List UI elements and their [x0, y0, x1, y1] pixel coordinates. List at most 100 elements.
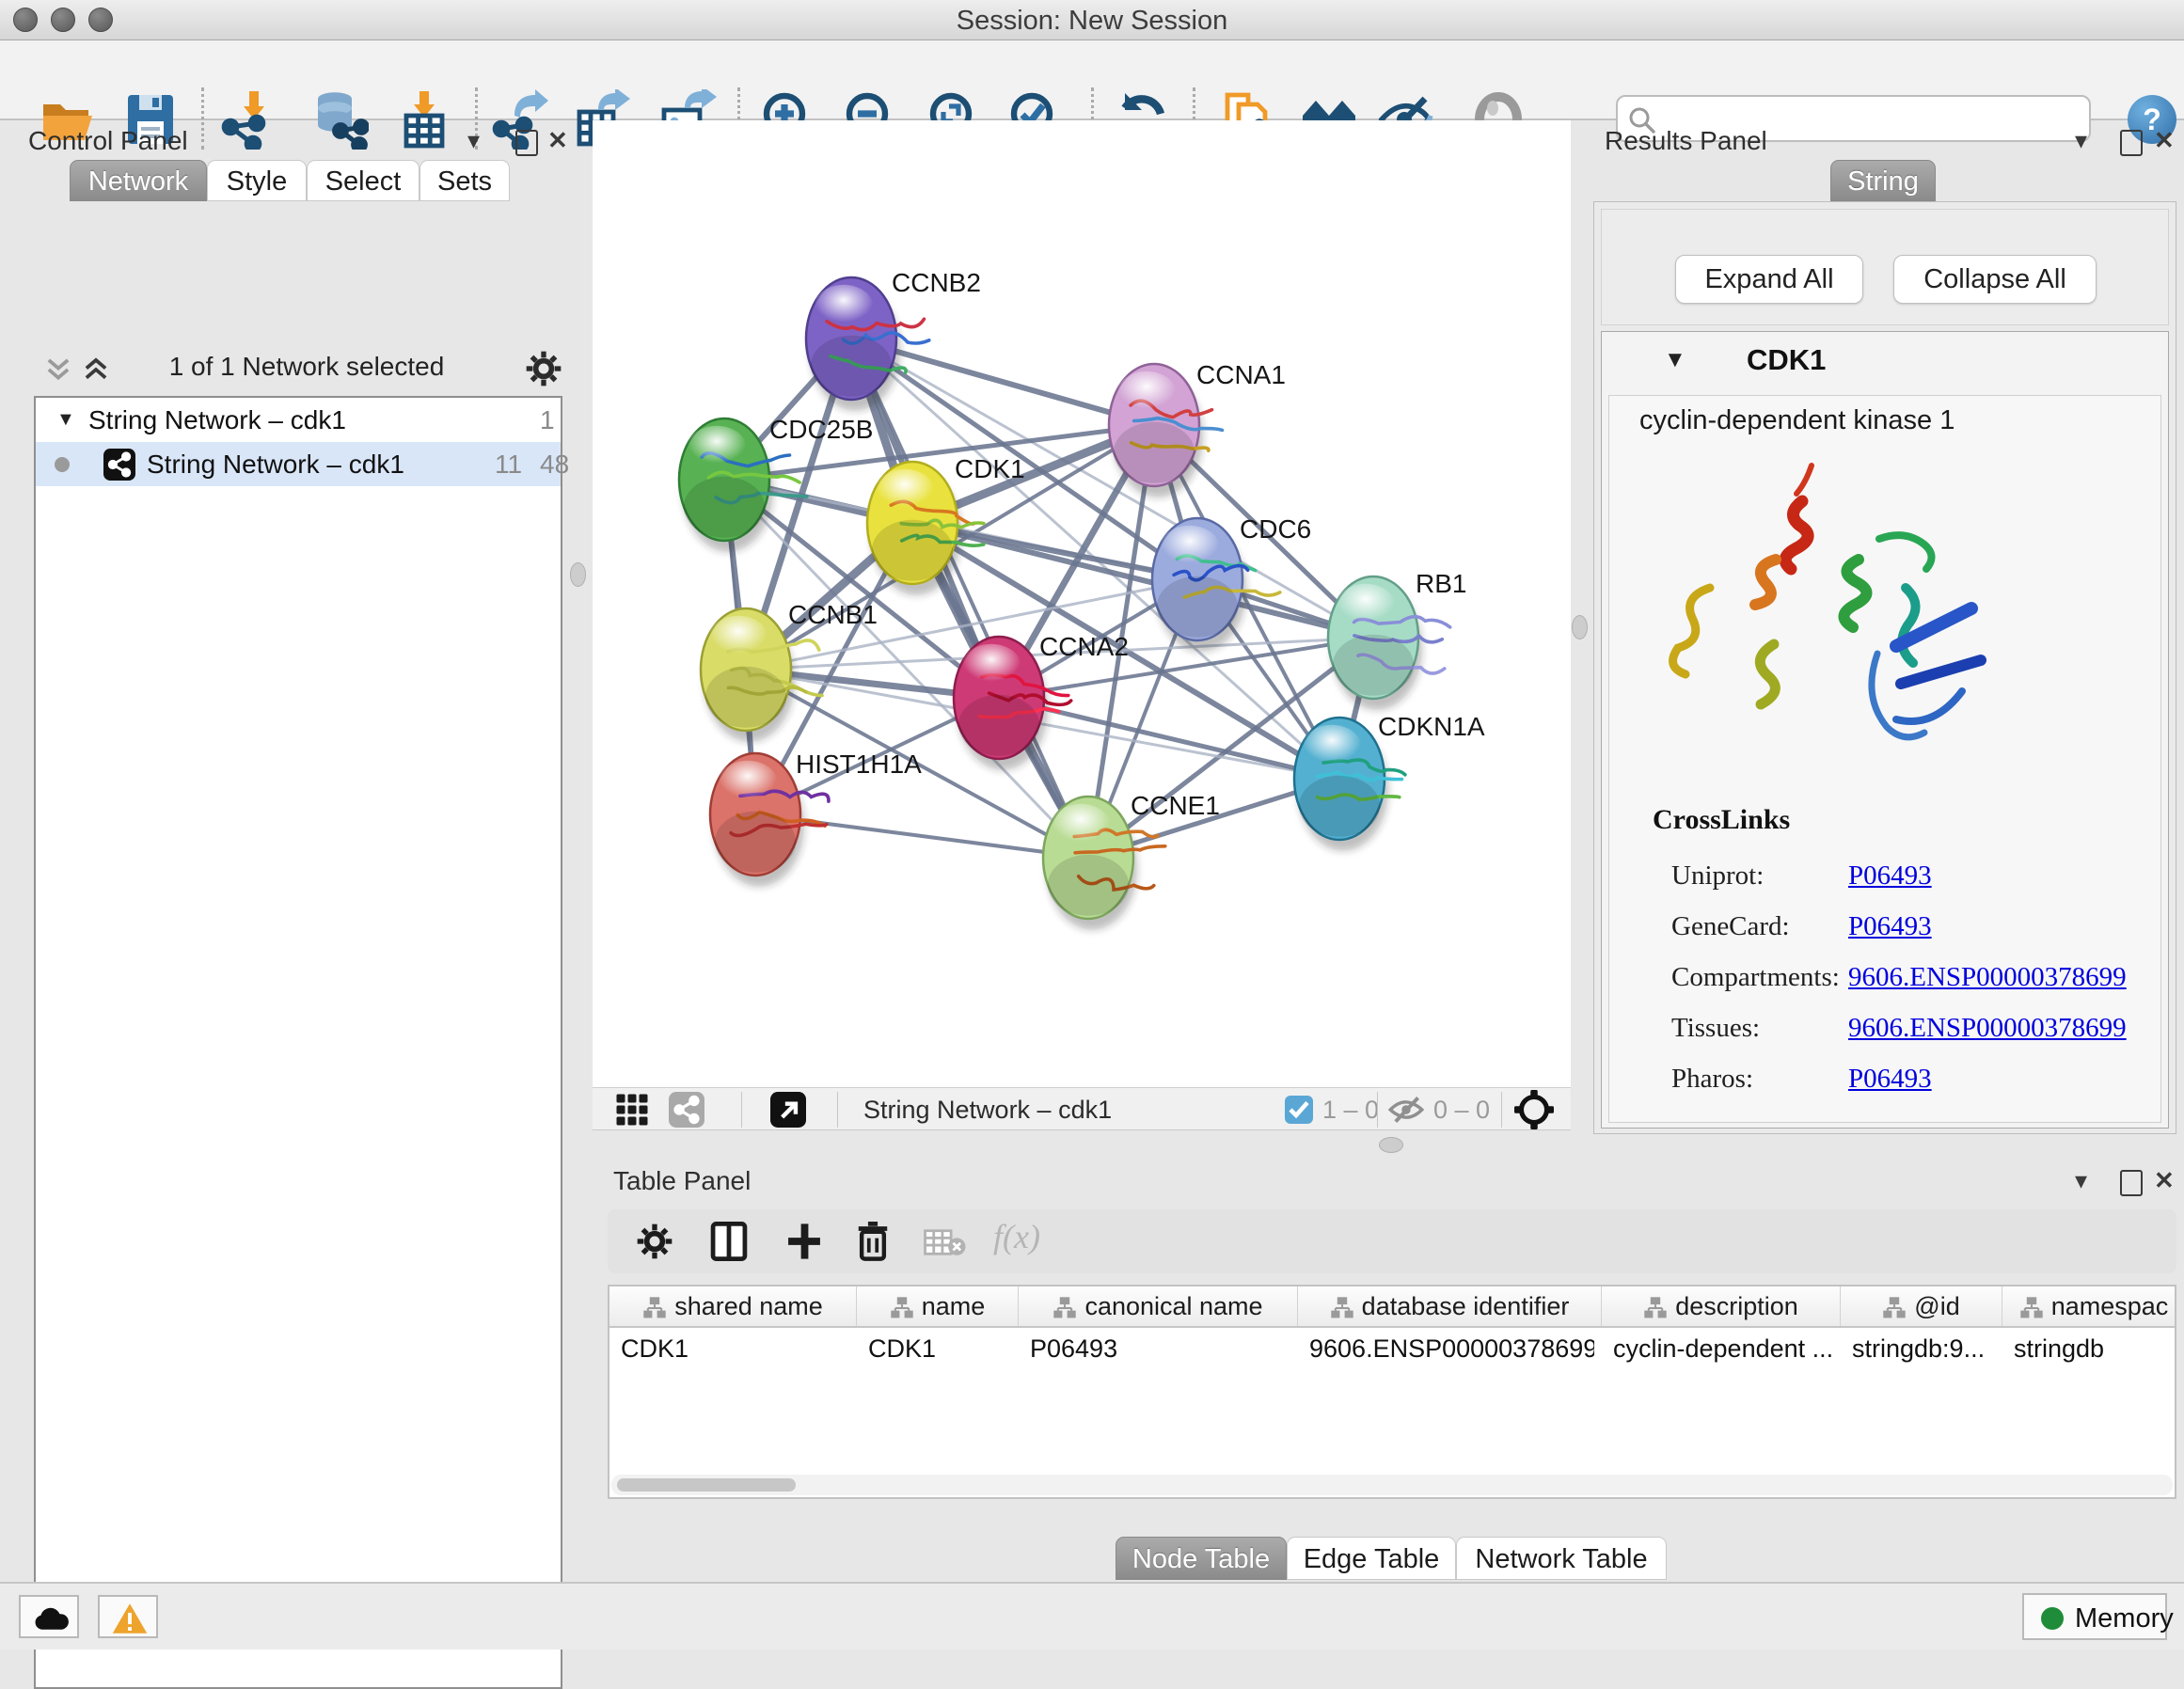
hidden-counts: 0 – 0	[1433, 1096, 1490, 1125]
string-view-icon[interactable]	[668, 1092, 705, 1128]
tab-edge-table[interactable]: Edge Table	[1287, 1537, 1456, 1580]
panel-float-icon[interactable]	[2120, 130, 2143, 156]
tab-style[interactable]: Style	[207, 160, 307, 201]
table-options-gear-icon[interactable]	[636, 1223, 673, 1260]
window-status-bar: Memory	[0, 1582, 2184, 1650]
column-header-canonical-name[interactable]: canonical name	[1019, 1286, 1298, 1326]
panel-close-icon[interactable]: ✕	[547, 128, 568, 152]
hidden-items-eye-slash-icon	[1386, 1094, 1426, 1126]
table-cell[interactable]: CDK1	[868, 1330, 1011, 1367]
selected-nodes-checkbox-icon[interactable]	[1285, 1096, 1313, 1124]
expand-all-icon[interactable]	[83, 357, 109, 382]
tab-sets[interactable]: Sets	[419, 160, 510, 201]
tab-string[interactable]: String	[1830, 160, 1936, 201]
network-name: String Network – cdk1	[88, 398, 346, 442]
network-view-toolbar: String Network – cdk1 1 – 0 0 – 0	[593, 1087, 1571, 1130]
grid-view-icon[interactable]	[613, 1093, 651, 1127]
node-label-CCNB2: CCNB2	[892, 268, 981, 297]
expand-all-button[interactable]: Expand All	[1675, 255, 1863, 304]
node-label-CCNA1: CCNA1	[1196, 360, 1286, 389]
string-network-icon	[103, 449, 135, 481]
window-title: Session: New Session	[0, 6, 2184, 37]
column-type-icon	[1882, 1296, 1907, 1320]
panel-close-icon[interactable]: ✕	[2154, 1168, 2175, 1192]
column-label: name	[922, 1292, 986, 1320]
memory-button[interactable]: Memory	[2022, 1593, 2167, 1640]
tab-network-table[interactable]: Network Table	[1456, 1537, 1667, 1580]
column-header-name[interactable]: name	[857, 1286, 1019, 1326]
table-cell[interactable]: stringdb:9...	[1852, 1330, 1995, 1367]
warnings-button[interactable]	[98, 1595, 158, 1638]
bottom-splitter-handle[interactable]	[1379, 1137, 1403, 1153]
gene-expander-icon[interactable]: ▼	[1664, 347, 1686, 373]
column-header-database-identifier[interactable]: database identifier	[1298, 1286, 1602, 1326]
network-list: ▼String Network – cdk11String Network – …	[34, 396, 562, 1689]
crosslink-link[interactable]: P06493	[1848, 911, 1932, 942]
panel-menu-icon[interactable]: ▾	[2075, 1168, 2087, 1192]
network-view[interactable]: CCNB2CCNA1CDC25BCDK1CDC6RB1CCNB1CCNA2CDK…	[593, 120, 1571, 1087]
network-graph[interactable]: CCNB2CCNA1CDC25BCDK1CDC6RB1CCNB1CCNA2CDK…	[593, 120, 1571, 1087]
network-count: 48	[540, 442, 569, 486]
column-header-description[interactable]: description	[1602, 1286, 1841, 1326]
crosslink-label: Pharos:	[1671, 1064, 1753, 1095]
column-label: namespac	[2051, 1292, 2169, 1320]
delete-column-icon[interactable]	[854, 1221, 892, 1262]
table-cell[interactable]: cyclin-dependent ...	[1613, 1330, 1833, 1367]
panel-menu-icon[interactable]: ▾	[2075, 128, 2087, 152]
node-table: shared name name canonical name database id…	[608, 1285, 2176, 1499]
column-header-@id[interactable]: @id	[1841, 1286, 2002, 1326]
table-toolbar: f(x)	[608, 1209, 2176, 1273]
network-selection-status: 1 of 1 Network selected	[119, 352, 495, 382]
table-cell[interactable]: CDK1	[621, 1330, 849, 1367]
create-column-icon[interactable]	[784, 1221, 824, 1262]
crosslink-link[interactable]: 9606.ENSP00000378699	[1848, 1013, 2127, 1044]
column-header-shared-name[interactable]: shared name	[609, 1286, 857, 1326]
open-in-window-icon[interactable]	[769, 1092, 807, 1128]
left-splitter-handle[interactable]	[570, 562, 586, 587]
network-count: 11	[495, 442, 522, 486]
crosslink-link[interactable]: 9606.ENSP00000378699	[1848, 962, 2127, 993]
panel-close-icon[interactable]: ✕	[2154, 128, 2175, 152]
crosslink-label: Uniprot:	[1671, 860, 1764, 892]
crosslink-label: GeneCard:	[1671, 911, 1790, 942]
right-splitter-handle[interactable]	[1572, 615, 1588, 639]
network-tree-row[interactable]: ▼String Network – cdk11	[36, 398, 561, 442]
column-label: database identifier	[1362, 1292, 1570, 1320]
memory-status-dot	[2041, 1607, 2064, 1630]
table-cell[interactable]: 9606.ENSP00000378699	[1309, 1330, 1594, 1367]
separator	[1501, 1092, 1502, 1128]
birds-eye-view-icon[interactable]	[1514, 1090, 1554, 1129]
panel-menu-icon[interactable]: ▾	[467, 128, 480, 152]
results-panel-title: Results Panel	[1605, 126, 1767, 156]
node-label-CDC25B: CDC25B	[769, 415, 873, 444]
network-options-gear-icon[interactable]	[525, 350, 562, 387]
crosslink-link[interactable]: P06493	[1848, 860, 1932, 892]
table-panel-title: Table Panel	[613, 1166, 751, 1196]
column-type-icon	[2019, 1296, 2044, 1320]
panel-float-icon[interactable]	[2120, 1170, 2143, 1196]
collapse-all-button[interactable]: Collapse All	[1893, 255, 2097, 304]
tab-network[interactable]: Network	[70, 160, 207, 201]
network-name: String Network – cdk1	[147, 442, 404, 486]
table-cell[interactable]: stringdb	[2014, 1330, 2176, 1367]
node-label-CDK1: CDK1	[955, 454, 1025, 483]
table-cell[interactable]: P06493	[1030, 1330, 1290, 1367]
show-columns-icon[interactable]	[709, 1221, 749, 1262]
table-horizontal-scrollbar[interactable]	[611, 1475, 2173, 1495]
column-type-icon	[642, 1296, 667, 1320]
crosslink-link[interactable]: P06493	[1848, 1064, 1932, 1095]
separator	[837, 1092, 838, 1128]
node-label-CCNE1: CCNE1	[1131, 791, 1220, 820]
gene-description: cyclin-dependent kinase 1	[1639, 405, 1955, 436]
cloud-button[interactable]	[19, 1595, 79, 1638]
table-scrollbar-thumb[interactable]	[617, 1478, 796, 1492]
node-label-CCNB1: CCNB1	[788, 600, 878, 629]
tab-select[interactable]: Select	[307, 160, 419, 201]
network-tree-row[interactable]: String Network – cdk11148	[36, 442, 561, 486]
column-header-namespac[interactable]: namespac	[2002, 1286, 2176, 1326]
collapse-all-icon[interactable]	[45, 357, 71, 382]
control-panel-title: Control Panel	[28, 126, 188, 156]
expander-icon[interactable]: ▼	[56, 398, 75, 442]
tab-node-table[interactable]: Node Table	[1116, 1537, 1287, 1580]
panel-float-icon[interactable]	[515, 130, 538, 156]
